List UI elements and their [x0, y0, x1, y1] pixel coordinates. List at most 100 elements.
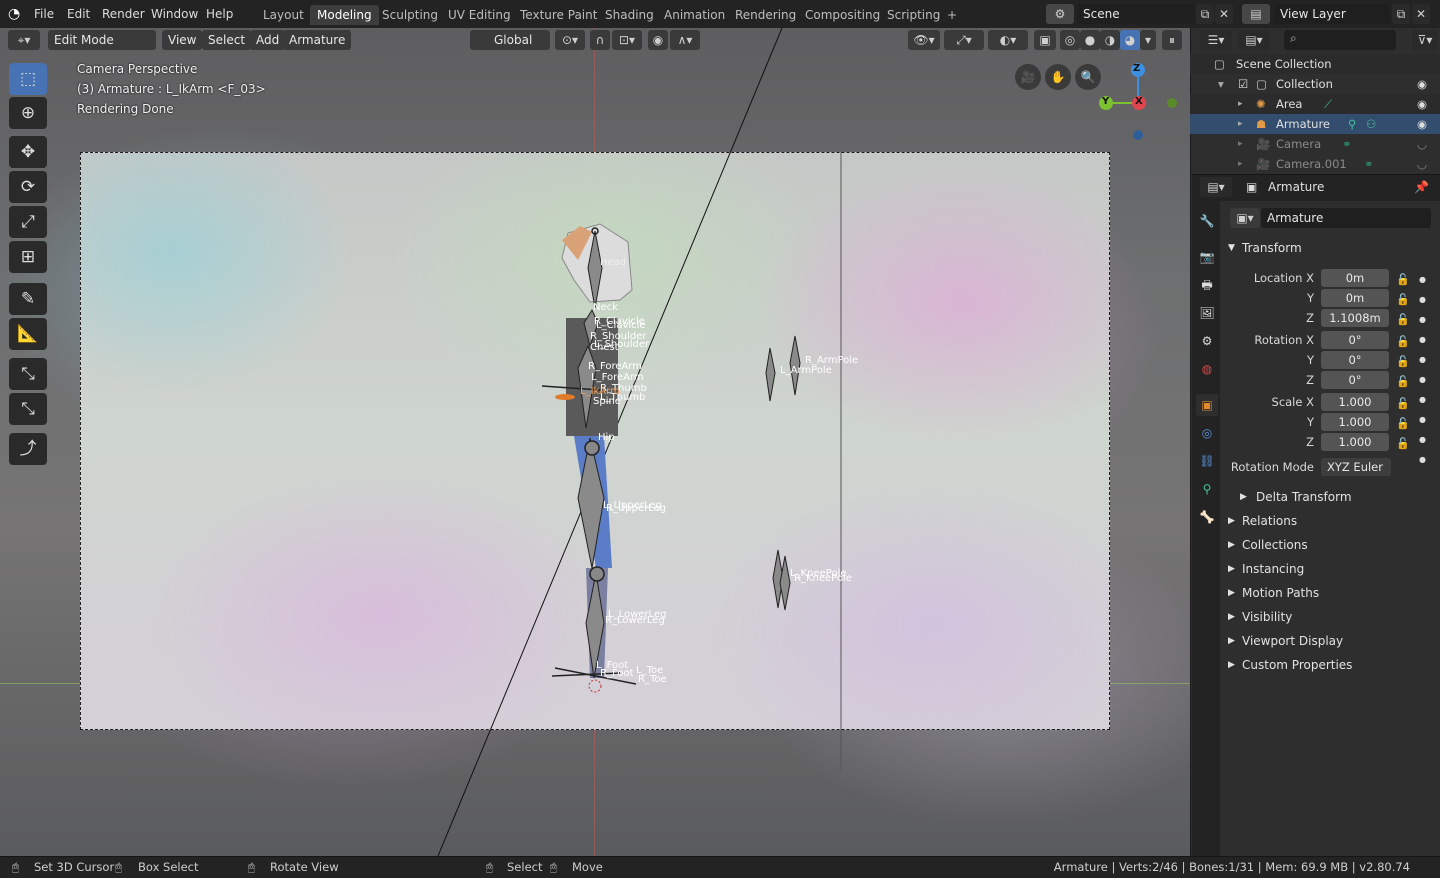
outliner-item-armature[interactable]: ▸ ☗ Armature ⚲ ⚇ ◉	[1190, 114, 1440, 134]
scale-x-field[interactable]: 1.000	[1321, 393, 1389, 411]
rotation-z-field[interactable]: 0°	[1321, 371, 1389, 389]
lock-scale-icon[interactable]: 🔓 🔓 🔓	[1396, 394, 1410, 454]
pan-view-icon[interactable]: ✋	[1045, 64, 1071, 90]
armature-data-icon[interactable]: ⚇	[1366, 114, 1376, 134]
tab-uv-editing[interactable]: UV Editing	[441, 5, 518, 25]
editor-type-icon[interactable]: ⌖▾	[8, 30, 40, 50]
render-tab-icon[interactable]: 📷	[1196, 246, 1218, 268]
location-x-field[interactable]: 0m	[1321, 269, 1389, 287]
tab-texture-paint[interactable]: Texture Paint	[513, 5, 604, 25]
3d-viewport[interactable]: Head Neck R_Clavicle L_Clavicle R_Should…	[0, 28, 1190, 856]
menu-render[interactable]: Render	[98, 5, 149, 23]
new-scene-icon[interactable]: ⧉	[1196, 4, 1214, 24]
keyframe-dots-icon[interactable]: ● ● ● ● ● ● ● ● ● ●	[1419, 270, 1426, 470]
gizmo-toggle-icon[interactable]: ⤢▾	[944, 30, 984, 50]
delete-view-layer-icon[interactable]: ✕	[1412, 4, 1430, 24]
blender-logo-icon[interactable]: ◔	[8, 6, 24, 22]
outliner-item-camera-001[interactable]: ▸ 🎥 Camera.001 ⚭ ◡	[1190, 154, 1440, 174]
menu-edit[interactable]: Edit	[63, 5, 94, 23]
panel-relations[interactable]: ▶ Relations	[1228, 510, 1434, 532]
camera-data-icon[interactable]: ⚭	[1342, 134, 1352, 154]
outliner-editor-type-icon[interactable]: ☰▾	[1200, 30, 1232, 50]
tab-compositing[interactable]: Compositing	[798, 5, 887, 25]
shading-options-icon[interactable]: ▾	[1140, 30, 1156, 50]
filter-icon[interactable]: ⊽▾	[1412, 30, 1438, 50]
eye-icon[interactable]: ◉	[1417, 74, 1427, 94]
scale-tool-icon[interactable]: ⤢	[9, 206, 47, 238]
location-y-field[interactable]: 0m	[1321, 289, 1389, 307]
falloff-icon[interactable]: ∧▾	[670, 30, 700, 50]
scene-tab-icon[interactable]: ⚙	[1196, 330, 1218, 352]
mode-select[interactable]: Edit Mode	[48, 30, 156, 50]
view-layer-tab-icon[interactable]: 🖼	[1196, 302, 1218, 324]
tab-shading[interactable]: Shading	[598, 5, 661, 25]
measure-tool-icon[interactable]: 📐	[9, 318, 47, 350]
menu-select[interactable]: Select	[202, 30, 252, 50]
select-box-tool-icon[interactable]: ⬚	[9, 63, 47, 95]
view-layer-name-field[interactable]: View Layer	[1274, 4, 1390, 24]
expand-arrow-icon[interactable]: ▾	[1218, 74, 1224, 94]
scale-z-field[interactable]: 1.000	[1321, 433, 1389, 451]
output-tab-icon[interactable]: 🖶	[1196, 274, 1218, 296]
object-name-field[interactable]: Armature	[1261, 208, 1431, 228]
panel-custom-properties[interactable]: ▶ Custom Properties	[1228, 654, 1434, 676]
view-layer-selector-icon[interactable]: ▤	[1242, 4, 1270, 24]
bone-size-tool-icon[interactable]: ⤡	[9, 393, 47, 425]
menu-help[interactable]: Help	[202, 5, 237, 23]
scene-selector-icon[interactable]: ⚙	[1046, 4, 1074, 24]
location-z-field[interactable]: 1.1008m	[1321, 309, 1389, 327]
outliner-collection[interactable]: ▾ ☑ ▢ Collection ◉	[1190, 74, 1440, 94]
rotation-x-field[interactable]: 0°	[1321, 331, 1389, 349]
menu-armature[interactable]: Armature	[283, 30, 352, 50]
outliner-search-input[interactable]	[1284, 30, 1396, 50]
annotate-tool-icon[interactable]: ✎	[9, 283, 47, 315]
menu-file[interactable]: File	[30, 5, 58, 23]
pause-render-icon[interactable]: ⏸	[1162, 30, 1182, 50]
panel-collections[interactable]: ▶ Collections	[1228, 534, 1434, 556]
constraint-tab-icon[interactable]: ⛓	[1196, 450, 1218, 472]
wireframe-shading-icon[interactable]: ◎	[1060, 30, 1080, 50]
panel-viewport-display[interactable]: ▶ Viewport Display	[1228, 630, 1434, 652]
material-shading-icon[interactable]: ◑	[1100, 30, 1120, 50]
light-data-icon[interactable]: ⟋	[1324, 94, 1332, 114]
roll-tool-icon[interactable]: ⤡	[9, 358, 47, 390]
outliner-item-camera[interactable]: ▸ 🎥 Camera ⚭ ◡	[1190, 134, 1440, 154]
extrude-tool-icon[interactable]: ⤴	[9, 433, 47, 465]
tool-tab-icon[interactable]: 🔧	[1196, 210, 1218, 232]
scale-y-field[interactable]: 1.000	[1321, 413, 1389, 431]
rotate-tool-icon[interactable]: ⟳	[9, 171, 47, 203]
add-workspace-button[interactable]: +	[940, 5, 964, 25]
pin-icon[interactable]: 📌	[1414, 180, 1429, 194]
camera-data-icon[interactable]: ⚭	[1364, 154, 1374, 174]
visibility-menu-icon[interactable]: 👁▾	[908, 30, 940, 50]
panel-motion-paths[interactable]: ▶ Motion Paths	[1228, 582, 1434, 604]
object-datablock-icon[interactable]: ▣▾	[1230, 208, 1260, 228]
expand-arrow-icon[interactable]: ▸	[1238, 154, 1243, 174]
scene-name-field[interactable]: Scene	[1077, 4, 1195, 24]
panel-visibility[interactable]: ▶ Visibility	[1228, 606, 1434, 628]
modifier-tab-icon[interactable]: ◎	[1196, 422, 1218, 444]
rendered-shading-icon[interactable]: ◕	[1120, 30, 1140, 50]
transform-panel-header[interactable]: ▼ Transform	[1228, 237, 1434, 259]
outliner-item-area[interactable]: ▸ ✺ Area ⟋ ◉	[1190, 94, 1440, 114]
eye-icon[interactable]: ◉	[1417, 114, 1427, 134]
outliner-scene-collection[interactable]: ▢ Scene Collection	[1190, 54, 1440, 74]
delete-scene-icon[interactable]: ✕	[1215, 4, 1233, 24]
snap-toggle-icon[interactable]: ∩	[590, 30, 610, 50]
armature-data-tab-icon[interactable]: ⚲	[1196, 478, 1218, 500]
move-tool-icon[interactable]: ✥	[9, 136, 47, 168]
camera-view-icon[interactable]: 🎥	[1015, 64, 1041, 90]
rotation-y-field[interactable]: 0°	[1321, 351, 1389, 369]
transform-orientation-select[interactable]: Global	[470, 30, 550, 50]
properties-editor-type-icon[interactable]: ▤▾	[1200, 177, 1232, 197]
delta-transform-subpanel[interactable]: ▶ Delta Transform	[1240, 486, 1430, 508]
tab-layout[interactable]: Layout	[256, 5, 311, 25]
snap-target-icon[interactable]: ⊡▾	[612, 30, 642, 50]
expand-arrow-icon[interactable]: ▸	[1238, 134, 1243, 154]
eye-closed-icon[interactable]: ◡	[1417, 134, 1427, 154]
cursor-tool-icon[interactable]: ⊕	[9, 97, 47, 129]
world-tab-icon[interactable]: ◍	[1196, 358, 1218, 380]
transform-tool-icon[interactable]: ⊞	[9, 241, 47, 273]
eye-icon[interactable]: ◉	[1417, 94, 1427, 114]
expand-arrow-icon[interactable]: ▸	[1238, 114, 1243, 134]
